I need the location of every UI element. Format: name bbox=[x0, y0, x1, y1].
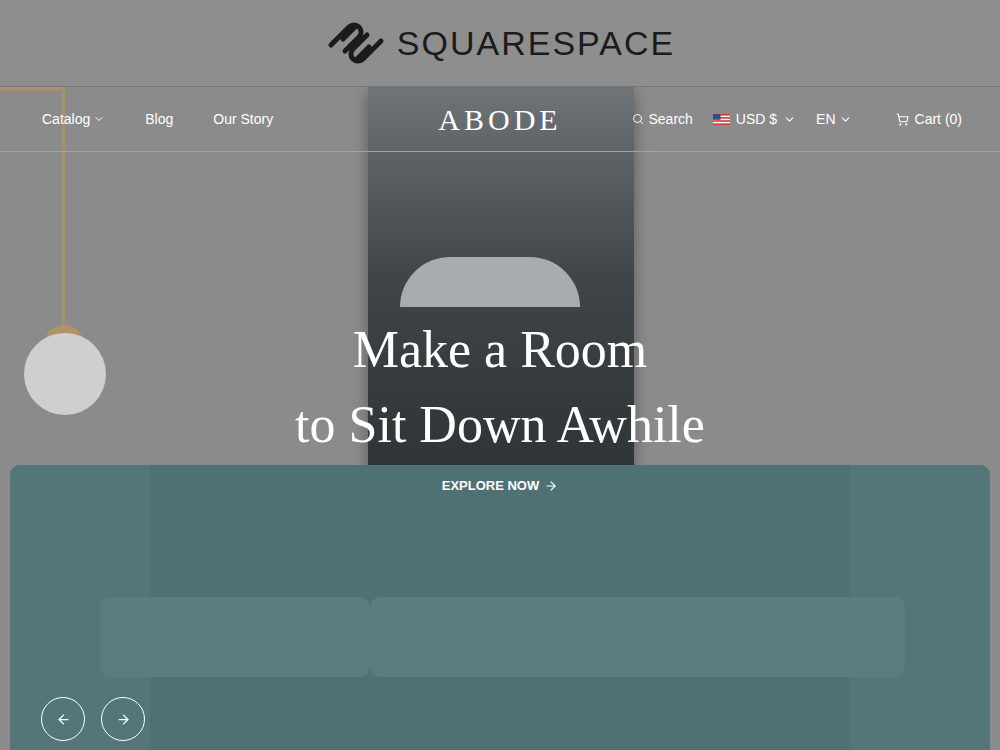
nav-left: Catalog Blog Our Story bbox=[0, 109, 418, 130]
hero-title-line: Make a Room bbox=[353, 312, 648, 387]
currency-select[interactable]: USD $ bbox=[713, 109, 796, 130]
chevron-down-icon bbox=[839, 113, 852, 126]
chevron-down-icon bbox=[93, 113, 105, 125]
site-logo[interactable]: ABODE bbox=[418, 97, 581, 142]
nav-item[interactable]: Blog bbox=[145, 109, 173, 130]
wall-art-snow bbox=[400, 257, 580, 307]
top-bar: SQUARESPACE bbox=[0, 0, 1000, 87]
arrow-right-icon bbox=[116, 712, 131, 727]
us-flag-icon bbox=[713, 114, 730, 125]
previous-slide-button[interactable] bbox=[41, 697, 85, 741]
brand-name[interactable]: SQUARESPACE bbox=[397, 18, 675, 69]
arrow-left-icon bbox=[56, 712, 71, 727]
explore-button[interactable]: EXPLORE NOW bbox=[442, 476, 559, 496]
arrow-right-icon bbox=[544, 479, 558, 493]
cart-button[interactable]: Cart (0) bbox=[896, 109, 962, 130]
cart-icon bbox=[896, 113, 909, 126]
nav-right: Search USD $ EN Cart (0) bbox=[582, 109, 1000, 130]
next-slide-button[interactable] bbox=[101, 697, 145, 741]
chevron-down-icon bbox=[783, 113, 796, 126]
squarespace-logo-icon bbox=[325, 19, 387, 67]
page: SQUARESPACECatalogBlogOur StoryABODESear… bbox=[0, 0, 1000, 750]
nav-item[interactable]: Our Story bbox=[213, 109, 273, 130]
language-select[interactable]: EN bbox=[816, 109, 851, 130]
slider-controls bbox=[41, 697, 145, 741]
sofa bbox=[10, 465, 990, 750]
search-button[interactable]: Search bbox=[632, 109, 693, 130]
lamp-rod bbox=[0, 87, 64, 91]
search-icon bbox=[632, 113, 644, 125]
site-nav: Catalog Blog Our Story ABODE Search USD $ EN Ca… bbox=[0, 87, 1000, 152]
lamp-globe bbox=[24, 333, 106, 415]
hero-title-line: to Sit Down Awhile bbox=[295, 387, 705, 462]
nav-item[interactable]: Catalog bbox=[42, 109, 105, 130]
hero-content: Make a Roomto Sit Down Awhile EXPLORE NOW bbox=[0, 152, 1000, 496]
hero: Catalog Blog Our Story ABODE Search USD $ EN Ca… bbox=[0, 87, 1000, 750]
